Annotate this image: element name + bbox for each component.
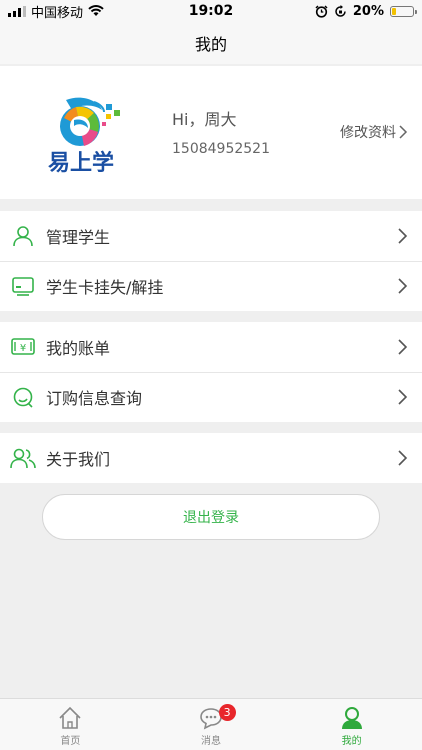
menu-label: 学生卡挂失/解挂 xyxy=(46,278,164,297)
menu-item-my-bills[interactable]: ¥ 我的账单 xyxy=(0,322,422,372)
chevron-right-icon xyxy=(398,389,408,405)
logo-wordmark: 易上学 xyxy=(48,150,114,176)
user-greeting: Hi，周大 xyxy=(172,110,237,129)
edit-profile-label: 修改资料 xyxy=(340,125,396,141)
user-icon xyxy=(341,707,362,729)
tab-messages[interactable]: 消息 3 xyxy=(141,699,282,750)
home-icon xyxy=(59,706,81,729)
tab-label: 我的 xyxy=(341,736,362,747)
logout-label: 退出登录 xyxy=(183,510,239,526)
menu-label: 订购信息查询 xyxy=(46,389,143,408)
battery-icon xyxy=(390,5,417,17)
tab-label: 首页 xyxy=(60,736,81,747)
message-count-badge: 3 xyxy=(218,704,236,721)
menu-item-about-us[interactable]: 关于我们 xyxy=(0,433,422,483)
logout-button[interactable]: 退出登录 xyxy=(42,494,380,540)
person-icon xyxy=(10,223,36,249)
menu-label: 管理学生 xyxy=(46,228,111,247)
status-right: 20% xyxy=(315,3,417,19)
menu-item-manage-students[interactable]: 管理学生 xyxy=(0,211,422,261)
chevron-right-icon xyxy=(398,278,408,294)
wifi-icon xyxy=(88,5,104,16)
card-icon xyxy=(10,273,36,299)
menu-group-bills: ¥ 我的账单 订购信息查询 xyxy=(0,322,422,422)
chevron-right-icon xyxy=(399,125,408,139)
tab-bar: 首页 消息 3 我的 xyxy=(0,698,422,750)
user-phone: 15084952521 xyxy=(172,141,270,157)
tab-home[interactable]: 首页 xyxy=(0,699,141,750)
menu-group-about: 关于我们 xyxy=(0,433,422,483)
chevron-right-icon xyxy=(398,450,408,466)
status-left: 中国移动 xyxy=(8,2,104,21)
rotation-lock-icon xyxy=(335,4,346,17)
status-bar: 中国移动 19:02 20% xyxy=(0,0,422,22)
edit-profile-button[interactable]: 修改资料 xyxy=(340,122,408,142)
alarm-icon xyxy=(315,4,328,18)
menu-label: 我的账单 xyxy=(46,339,111,358)
tab-label: 消息 xyxy=(201,736,221,747)
nav-bar: 我的 xyxy=(0,22,422,64)
page-title: 我的 xyxy=(194,35,227,54)
profile-card: 易上学 Hi，周大 15084952521 修改资料 xyxy=(0,66,422,199)
carrier-label: 中国移动 xyxy=(31,5,84,21)
battery-percent: 20% xyxy=(352,3,384,19)
signal-icon xyxy=(8,5,26,17)
search-icon xyxy=(10,384,36,410)
app-logo: 易上学 xyxy=(48,97,120,176)
svg-text:¥: ¥ xyxy=(20,343,26,354)
tab-mine[interactable]: 我的 xyxy=(281,699,422,750)
menu-label: 关于我们 xyxy=(46,450,111,469)
menu-item-student-card[interactable]: 学生卡挂失/解挂 xyxy=(0,261,422,311)
chevron-right-icon xyxy=(398,339,408,355)
bill-icon: ¥ xyxy=(10,334,36,360)
people-icon xyxy=(10,445,36,471)
menu-group-students: 管理学生 学生卡挂失/解挂 xyxy=(0,211,422,311)
chevron-right-icon xyxy=(398,228,408,244)
menu-item-order-query[interactable]: 订购信息查询 xyxy=(0,372,422,422)
